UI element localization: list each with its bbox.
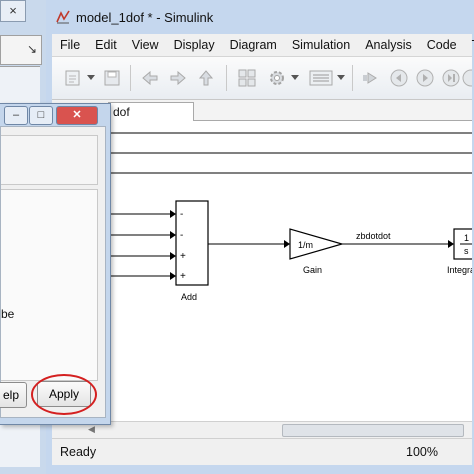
step-forward-icon[interactable] [440, 67, 462, 89]
scrollbar-thumb[interactable] [282, 424, 464, 437]
dropdown-arrow-icon: ↘ [26, 42, 37, 56]
menu-file[interactable]: File [52, 38, 87, 52]
menu-analysis[interactable]: Analysis [357, 38, 419, 52]
back-arrow-icon[interactable] [138, 67, 162, 89]
block-diagram: - - + + Add 1/m Gain zbdotdot 1 s Integr… [102, 132, 472, 302]
add-port-sign-4: + [180, 271, 186, 282]
arrowhead [170, 272, 176, 280]
gain-value: 1/m [298, 240, 313, 250]
arrowhead [170, 231, 176, 239]
new-model-icon[interactable] [60, 67, 86, 89]
minimize-icon[interactable]: – [4, 106, 28, 125]
tab-model-1dof[interactable]: dof [108, 102, 194, 121]
integrator-denominator: s [464, 246, 469, 256]
help-button[interactable]: elp [0, 382, 27, 408]
block-parameters-dialog: – □ ✕ be elp Apply [0, 103, 111, 425]
scroll-left-icon[interactable]: ◀ [88, 424, 95, 435]
integrator-numerator: 1 [464, 233, 469, 243]
menu-bar: File Edit View Display Diagram Simulatio… [52, 34, 474, 57]
settings-dropdown-icon[interactable] [290, 67, 300, 89]
add-port-sign-3: + [180, 251, 186, 262]
background-close-icon[interactable]: × [0, 0, 26, 22]
dialog-body: be elp Apply [0, 126, 106, 418]
add-port-sign-2: - [180, 230, 183, 241]
parameter-label: be [1, 307, 15, 321]
step-back-icon[interactable] [358, 67, 384, 89]
up-arrow-icon[interactable] [194, 67, 218, 89]
status-bar: Ready 100% [52, 438, 472, 465]
stop-icon[interactable] [462, 67, 472, 89]
step-backward-icon[interactable] [388, 67, 410, 89]
model-settings-gear-icon[interactable] [264, 67, 290, 89]
window-title: model_1dof * - Simulink [76, 10, 214, 25]
status-text: Ready [60, 445, 97, 459]
explorer-dropdown-icon[interactable] [336, 67, 346, 89]
forward-arrow-icon[interactable] [166, 67, 190, 89]
background-dropdown[interactable]: ↘ [0, 35, 42, 65]
menu-code[interactable]: Code [419, 38, 464, 52]
new-model-dropdown-icon[interactable] [86, 67, 96, 89]
integrator-block-label: Integra [447, 265, 472, 275]
zoom-level: 100% [406, 445, 438, 459]
toolbar [52, 57, 472, 100]
model-canvas[interactable]: - - + + Add 1/m Gain zbdotdot 1 s Integr… [52, 121, 472, 421]
arrowhead [170, 252, 176, 260]
add-port-sign-1: - [180, 209, 183, 220]
save-icon[interactable] [100, 67, 124, 89]
arrowhead [284, 240, 290, 248]
maximize-icon[interactable]: □ [29, 106, 53, 125]
arrowhead [448, 240, 454, 248]
menu-tools[interactable]: To [464, 38, 474, 52]
menu-simulation[interactable]: Simulation [284, 38, 357, 52]
dialog-description-group [1, 135, 98, 185]
close-icon[interactable]: ✕ [56, 106, 98, 125]
toolbar-separator [352, 65, 353, 91]
menu-display[interactable]: Display [166, 38, 222, 52]
dialog-parameters-panel: be [1, 189, 98, 381]
library-browser-icon[interactable] [234, 67, 260, 89]
title-bar[interactable]: model_1dof * - Simulink [46, 0, 474, 34]
run-icon[interactable] [414, 67, 436, 89]
arrowhead [170, 210, 176, 218]
menu-edit[interactable]: Edit [87, 38, 124, 52]
toolbar-separator [130, 65, 131, 91]
signal-label-zbdotdot: zbdotdot [356, 231, 391, 241]
gain-block-label: Gain [303, 265, 322, 275]
model-explorer-icon[interactable] [306, 67, 336, 89]
horizontal-scrollbar[interactable]: ◀ [52, 421, 472, 438]
menu-view[interactable]: View [124, 38, 166, 52]
add-block-label: Add [181, 292, 197, 302]
menu-diagram[interactable]: Diagram [222, 38, 284, 52]
simulink-app-icon [56, 10, 70, 24]
toolbar-separator [226, 65, 227, 91]
model-tab-bar: dof [52, 100, 472, 121]
apply-highlight-circle [31, 374, 97, 415]
